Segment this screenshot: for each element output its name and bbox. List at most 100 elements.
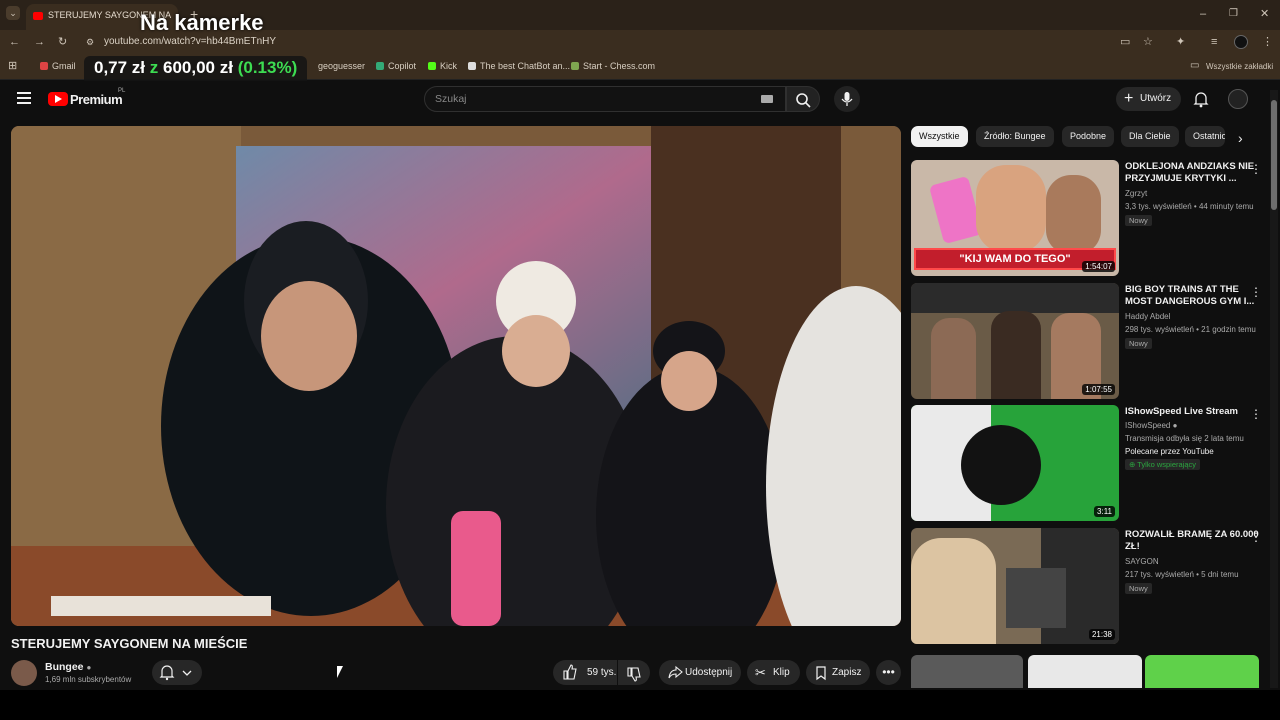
- search-input[interactable]: Szukaj: [424, 86, 786, 112]
- scissors-icon: ✂: [755, 665, 766, 680]
- verified-icon: ●: [86, 663, 92, 672]
- recommendation-channel-1[interactable]: Zgrzyt: [1125, 189, 1147, 198]
- voice-search-button[interactable]: [834, 86, 860, 112]
- dislike-button[interactable]: [618, 660, 650, 685]
- bookmark-kick[interactable]: Kick: [428, 61, 457, 71]
- new-badge-2: Nowy: [1125, 338, 1152, 349]
- apps-grid-icon[interactable]: ⊞: [8, 59, 17, 73]
- menu-icon[interactable]: [17, 92, 31, 104]
- recommendation-channel-3[interactable]: IShowSpeed ●: [1125, 421, 1177, 430]
- search-button[interactable]: [786, 86, 820, 112]
- bottom-bar: [0, 690, 1280, 720]
- create-button[interactable]: + Utwórz: [1116, 87, 1182, 111]
- bookmark-geoguesser[interactable]: geoguesser: [318, 61, 365, 71]
- forward-icon[interactable]: →: [34, 35, 45, 49]
- recommendation-channel-4[interactable]: SAYGON: [1125, 557, 1159, 566]
- recommendation-thumbnail-2[interactable]: 1:07:55: [911, 283, 1119, 399]
- more-horizontal-icon: •••: [882, 665, 895, 679]
- folder-icon: ▭: [1190, 60, 1200, 71]
- bookmark-copilot[interactable]: Copilot: [376, 61, 416, 71]
- subscriber-count: 1,69 mln subskrybentów: [45, 675, 132, 684]
- region-code: PL: [118, 88, 126, 94]
- subscription-bell-button[interactable]: [152, 660, 202, 685]
- chatbot-icon: [468, 62, 476, 70]
- bell-icon: [1193, 92, 1209, 108]
- chip-related[interactable]: Podobne: [1062, 126, 1115, 147]
- channel-name[interactable]: Bungee ●: [45, 661, 91, 673]
- chevron-right-icon[interactable]: ›: [1238, 130, 1243, 146]
- scrollbar-thumb[interactable]: [1271, 100, 1277, 210]
- duration-badge: 1:07:55: [1082, 384, 1115, 395]
- tab-search-button[interactable]: ⌄: [6, 6, 20, 20]
- recommendation-thumbnail-4[interactable]: 21:38: [911, 528, 1119, 644]
- channel-avatar[interactable]: [11, 660, 37, 686]
- verified-icon: ●: [1172, 421, 1178, 430]
- search-icon: [796, 93, 811, 108]
- notifications-button[interactable]: [1193, 90, 1209, 108]
- reload-icon[interactable]: ↻: [58, 35, 67, 49]
- more-options-icon[interactable]: ⋮: [1250, 285, 1262, 299]
- chess-icon: [571, 62, 579, 70]
- clip-label: Klip: [773, 667, 790, 678]
- more-actions-button[interactable]: •••: [876, 660, 901, 685]
- gmail-icon: [40, 62, 48, 70]
- shorts-thumbnail-2[interactable]: [1028, 655, 1142, 688]
- duration-badge: 21:38: [1088, 629, 1115, 640]
- copilot-icon: [376, 62, 384, 70]
- stream-overlay-title: Na kamerke: [140, 10, 264, 35]
- chip-source-bungee[interactable]: Źródło: Bungee: [976, 126, 1054, 147]
- bookmark-chess[interactable]: Start - Chess.com: [571, 61, 655, 71]
- bookmark-gmail[interactable]: Gmail: [40, 61, 76, 71]
- url-text[interactable]: youtube.com/watch?v=hb44BmETnHY: [104, 36, 276, 47]
- recommendation-title-2[interactable]: BIG BOY TRAINS AT THE MOST DANGEROUS GYM…: [1125, 284, 1260, 308]
- keyboard-icon[interactable]: [761, 95, 773, 103]
- account-avatar[interactable]: [1228, 89, 1248, 109]
- reading-list-icon[interactable]: ≡: [1211, 35, 1217, 49]
- like-button[interactable]: 59 tys.: [553, 660, 617, 685]
- clip-button[interactable]: ✂ Klip: [747, 660, 800, 685]
- close-window-button[interactable]: ✕: [1260, 7, 1269, 21]
- recommendation-meta-4: 217 tys. wyświetleń • 5 dni temu: [1125, 570, 1239, 579]
- youtube-logo-icon[interactable]: [48, 92, 68, 106]
- chip-for-you[interactable]: Dla Ciebie: [1121, 126, 1179, 147]
- chip-all[interactable]: Wszystkie: [911, 126, 968, 147]
- extensions-icon[interactable]: ✦: [1176, 35, 1185, 49]
- share-button[interactable]: Udostępnij: [659, 660, 741, 685]
- more-options-icon[interactable]: ⋮: [1250, 530, 1262, 544]
- recommendation-thumbnail-3[interactable]: 3:11: [911, 405, 1119, 521]
- recommendation-title-1[interactable]: ODKLEJONA ANDZIAKS NIE PRZYJMUJE KRYTYKI…: [1125, 161, 1260, 185]
- more-options-icon[interactable]: ⋮: [1250, 407, 1262, 421]
- recommended-by-youtube: Polecane przez YouTube: [1125, 447, 1214, 456]
- members-only-badge: ⊕ Tylko wspierający: [1125, 459, 1201, 470]
- minimize-button[interactable]: –: [1200, 7, 1206, 21]
- scrollbar[interactable]: [1270, 90, 1278, 688]
- search-placeholder: Szukaj: [435, 93, 467, 105]
- thumbs-up-icon: [561, 660, 577, 685]
- save-button[interactable]: Zapisz: [806, 660, 870, 685]
- video-player[interactable]: [11, 126, 901, 626]
- cast-icon[interactable]: ▭: [1120, 35, 1130, 49]
- recommendation-channel-2[interactable]: Haddy Abdel: [1125, 312, 1170, 321]
- microphone-icon: [841, 92, 853, 106]
- profile-avatar[interactable]: [1234, 35, 1248, 49]
- recommendation-title-3[interactable]: IShowSpeed Live Stream: [1125, 406, 1260, 418]
- recommendation-thumbnail-1[interactable]: "KIJ WAM DO TEGO" 1:54:07: [911, 160, 1119, 276]
- video-title: STERUJEMY SAYGONEM NA MIEŚCIE: [11, 636, 248, 651]
- browser-menu-icon[interactable]: ⋮: [1262, 35, 1273, 49]
- all-bookmarks-link[interactable]: Wszystkie zakładki: [1206, 60, 1273, 74]
- shorts-thumbnail-1[interactable]: [911, 655, 1023, 688]
- kick-icon: [428, 62, 436, 70]
- site-info-icon[interactable]: ⚙: [86, 35, 94, 49]
- recommendation-meta-2: 298 tys. wyświetleń • 21 godzin temu: [1125, 325, 1256, 334]
- more-options-icon[interactable]: ⋮: [1250, 162, 1262, 176]
- like-count: 59 tys.: [587, 667, 617, 678]
- back-icon[interactable]: ←: [9, 35, 20, 49]
- chip-recent[interactable]: Ostatnio: [1185, 126, 1225, 147]
- recommendation-title-4[interactable]: ROZWALIŁ BRAMĘ ZA 60.000 ZŁ!: [1125, 529, 1260, 553]
- restore-button[interactable]: ❐: [1229, 7, 1238, 21]
- bookmark-chatbot[interactable]: The best ChatBot an...: [468, 61, 570, 71]
- bookmark-star-icon[interactable]: ☆: [1143, 35, 1153, 49]
- thumbs-down-icon: [627, 667, 641, 682]
- youtube-premium-label[interactable]: Premium: [70, 92, 123, 107]
- shorts-thumbnail-3[interactable]: [1145, 655, 1259, 688]
